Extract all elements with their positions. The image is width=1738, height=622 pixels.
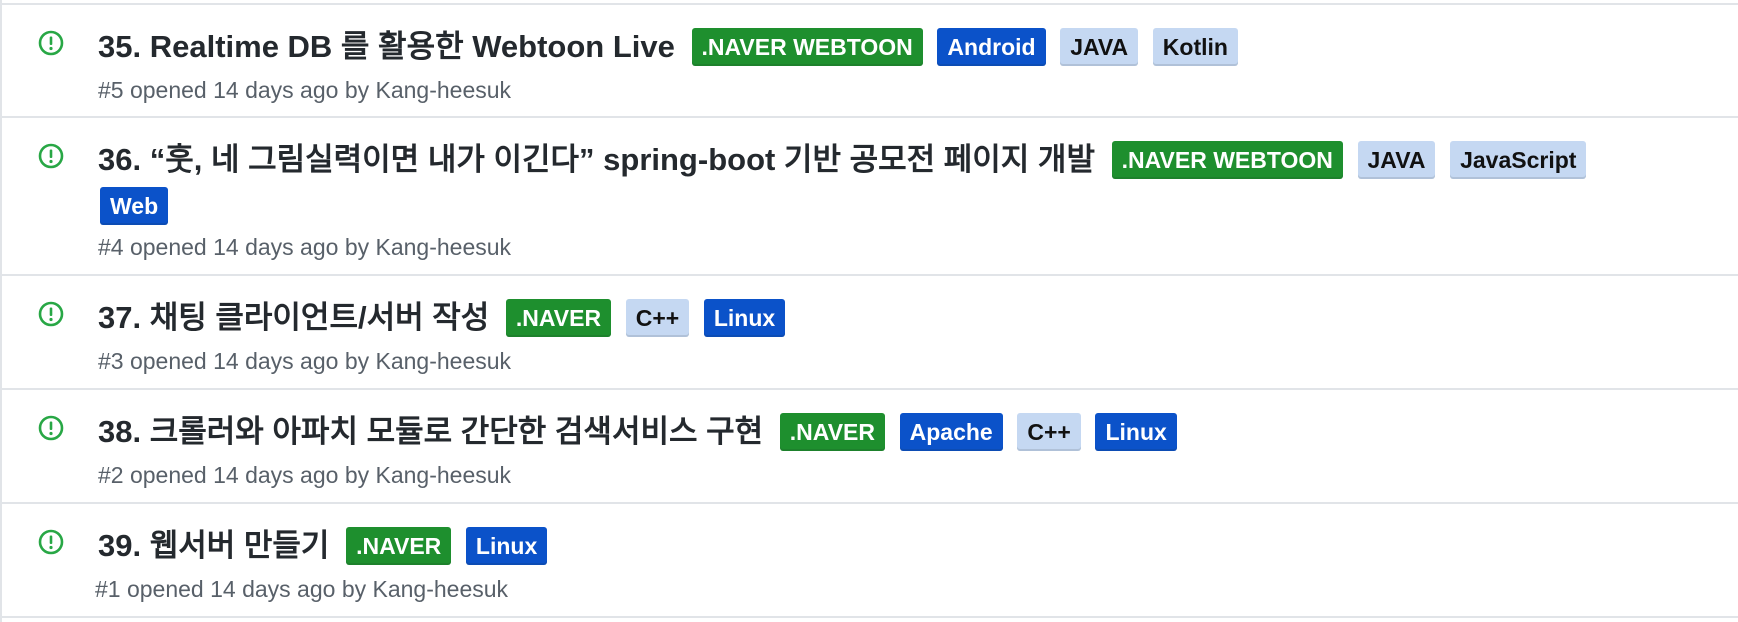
label-java[interactable]: JAVA (1060, 27, 1139, 66)
issue-opened-icon (37, 414, 65, 442)
issue-title-link[interactable]: 38. 크롤러와 아파치 모듈로 간단한 검색서비스 구현 (98, 414, 763, 449)
issue-row: 37. 채팅 클라이언트/서버 작성 .NAVER C++ Linux #3 o… (2, 276, 1738, 390)
label-android[interactable]: Android (937, 27, 1046, 66)
issue-title-line: 35. Realtime DB 를 활용한 Webtoon Live .NAVE… (98, 23, 1658, 69)
issue-meta: #3 opened 14 days ago by Kang-heesuk (98, 348, 512, 374)
label-cpp[interactable]: C++ (625, 298, 690, 337)
label-javascript[interactable]: JavaScript (1450, 140, 1587, 179)
label-naver-webtoon[interactable]: .NAVER WEBTOON (691, 27, 923, 66)
label-linux[interactable]: Linux (1095, 412, 1177, 451)
issue-list: 35. Realtime DB 를 활용한 Webtoon Live .NAVE… (0, 0, 1738, 622)
label-naver[interactable]: .NAVER (505, 298, 612, 337)
issue-row: 36. “훗, 네 그림실력이면 내가 이긴다” spring-boot 기반 … (2, 118, 1738, 276)
issue-opened-icon (37, 300, 65, 328)
issue-title-line: 39. 웹서버 만들기 .NAVER Linux (98, 522, 1658, 568)
label-naver[interactable]: .NAVER (346, 526, 452, 565)
label-linux[interactable]: Linux (703, 298, 786, 337)
issue-row: 38. 크롤러와 아파치 모듈로 간단한 검색서비스 구현 .NAVER Apa… (2, 390, 1738, 504)
issue-opened-icon (37, 29, 65, 57)
label-apache[interactable]: Apache (899, 412, 1003, 451)
label-naver[interactable]: .NAVER (779, 412, 885, 451)
issue-title-link[interactable]: 36. “훗, 네 그림실력이면 내가 이긴다” spring-boot 기반 … (98, 142, 1095, 177)
issue-opened-icon (37, 142, 65, 170)
issue-meta: #2 opened 14 days ago by Kang-heesuk (98, 462, 512, 488)
issue-meta: #5 opened 14 days ago by Kang-heesuk (98, 77, 512, 103)
issue-title-line: 36. “훗, 네 그림실력이면 내가 이긴다” spring-boot 기반 … (98, 136, 1658, 228)
label-cpp[interactable]: C++ (1017, 412, 1081, 451)
issue-title-link[interactable]: 35. Realtime DB 를 활용한 Webtoon Live (98, 29, 675, 64)
label-java[interactable]: JAVA (1357, 140, 1436, 179)
issue-title-line: 38. 크롤러와 아파치 모듈로 간단한 검색서비스 구현 .NAVER Apa… (98, 408, 1658, 454)
issue-title-link[interactable]: 39. 웹서버 만들기 (98, 528, 329, 563)
issue-meta: #1 opened 14 days ago by Kang-heesuk (95, 576, 509, 602)
label-linux[interactable]: Linux (465, 526, 548, 565)
label-kotlin[interactable]: Kotlin (1152, 27, 1238, 66)
label-web[interactable]: Web (100, 186, 169, 225)
issue-row: 39. 웹서버 만들기 .NAVER Linux #1 opened 14 da… (2, 504, 1738, 618)
issue-title-line: 37. 채팅 클라이언트/서버 작성 .NAVER C++ Linux (98, 294, 1658, 340)
label-naver-webtoon[interactable]: .NAVER WEBTOON (1111, 140, 1343, 179)
issue-opened-icon (37, 528, 65, 556)
issue-meta: #4 opened 14 days ago by Kang-heesuk (98, 234, 512, 260)
issue-title-link[interactable]: 37. 채팅 클라이언트/서버 작성 (98, 300, 489, 335)
issue-row: 35. Realtime DB 를 활용한 Webtoon Live .NAVE… (2, 5, 1738, 118)
